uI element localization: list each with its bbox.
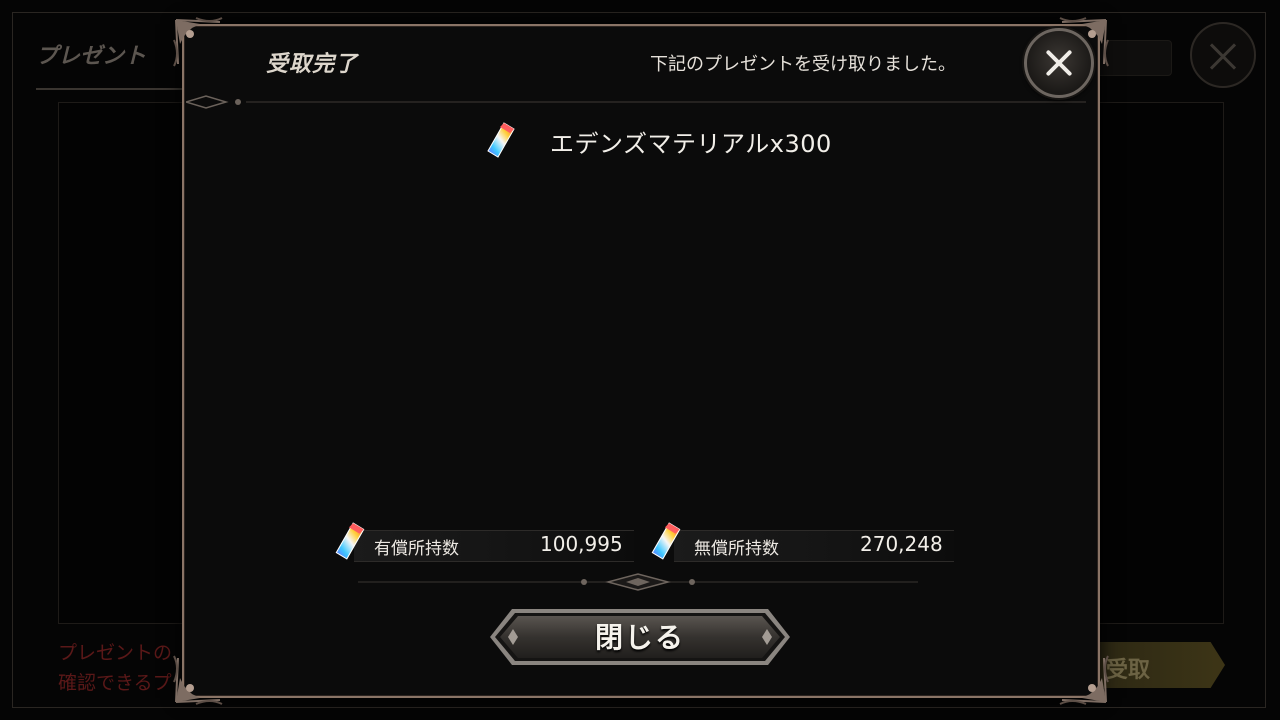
free-currency-value: 270,248 [860,532,943,556]
dialog-title: 受取完了 [266,52,359,77]
paid-currency-label: 有償所持数 [374,539,459,559]
rainbow-crystal-icon [484,121,518,159]
background-receive-label: 受取 [1106,658,1151,683]
rainbow-crystal-icon [332,521,368,561]
background-note-line1: プレゼントの [58,642,173,664]
header-divider [183,94,1086,110]
rainbow-crystal-icon [648,521,684,561]
paid-currency-value: 100,995 [540,532,623,556]
background-note-line2: 確認できるプ [58,672,172,694]
close-button-label: 閉じる [594,621,685,654]
corner-ornament-icon [170,14,226,70]
dialog-message: 下記のプレゼントを受け取りました。 [650,54,956,75]
corner-ornament-icon [1056,652,1112,708]
corner-ornament-icon [170,652,226,708]
background-title: プレゼント [36,44,147,69]
background-close-icon [1190,22,1256,88]
background-title-divider [36,88,186,90]
free-currency-label: 無償所持数 [694,539,779,559]
reward-item-label: エデンズマテリアルx300 [550,130,832,158]
dialog-close-button[interactable] [1024,28,1094,98]
footer-divider [358,570,918,594]
